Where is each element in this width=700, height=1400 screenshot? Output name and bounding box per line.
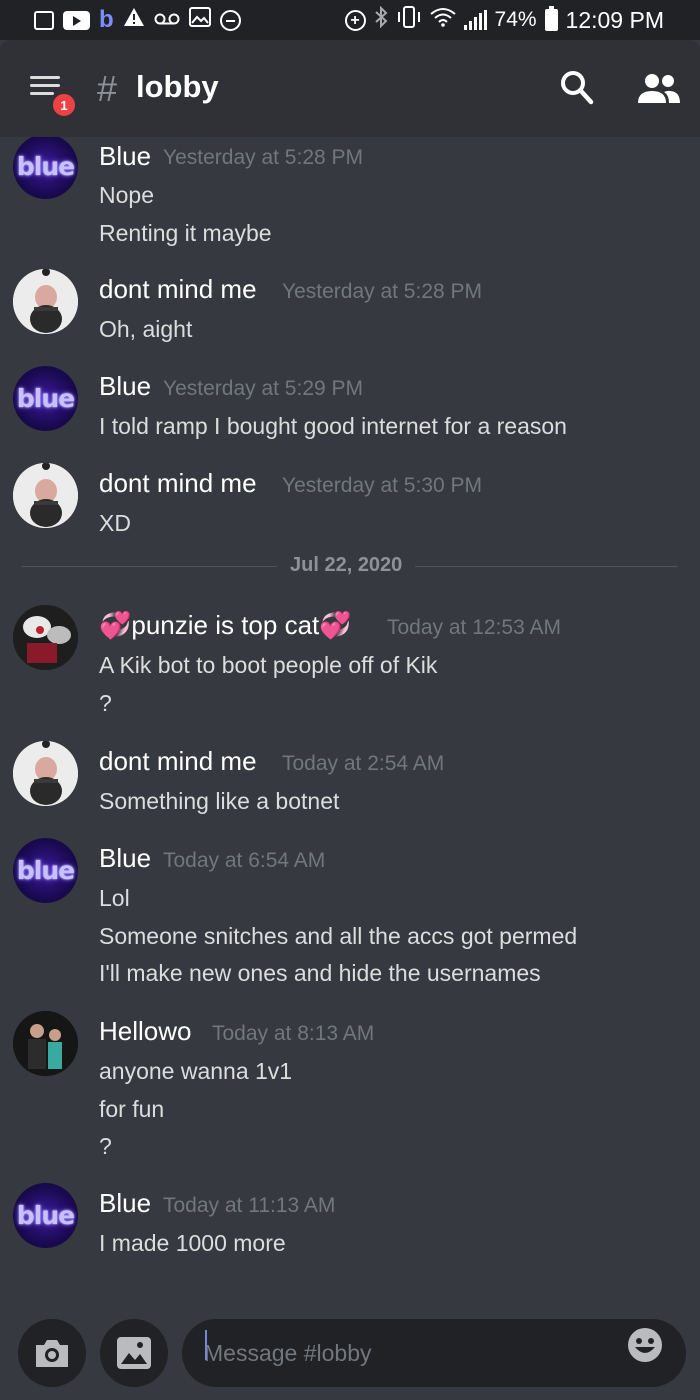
timestamp: Today at 11:13 AM xyxy=(163,1194,336,1217)
camera-button[interactable] xyxy=(18,1319,86,1387)
wifi-icon xyxy=(429,7,456,33)
message-text: anyone wanna 1v1 xyxy=(99,1058,293,1084)
avatar[interactable] xyxy=(13,1011,78,1076)
battery-icon xyxy=(544,6,558,31)
channel-name[interactable]: lobby xyxy=(136,69,219,105)
message-text: Renting it maybe xyxy=(99,220,272,246)
status-bar: b + 74% 12:09 PM xyxy=(0,0,700,40)
message-text: I made 1000 more xyxy=(99,1230,286,1256)
avatar[interactable]: blue xyxy=(13,838,78,903)
text-cursor xyxy=(205,1330,207,1360)
signal-icon xyxy=(463,10,487,30)
youtube-icon xyxy=(63,10,90,30)
message-text: Nope xyxy=(99,182,154,208)
message-text: Someone snitches and all the accs got pe… xyxy=(99,923,578,949)
message-text: ? xyxy=(99,1133,112,1159)
username[interactable]: dont mind me xyxy=(99,746,257,777)
timestamp: Today at 2:54 AM xyxy=(282,752,445,775)
battery-percent: 74% xyxy=(494,8,537,31)
message-text: for fun xyxy=(99,1096,165,1122)
camera-icon xyxy=(36,1340,68,1367)
members-icon[interactable] xyxy=(637,72,681,104)
vibrate-icon xyxy=(396,6,422,34)
timestamp: Yesterday at 5:28 PM xyxy=(163,146,364,169)
timestamp: Today at 12:53 AM xyxy=(387,616,561,639)
date-divider-label: Jul 22, 2020 xyxy=(277,554,416,577)
message-text: Something like a botnet xyxy=(99,788,340,814)
message-input[interactable] xyxy=(182,1319,686,1387)
username[interactable]: Blue xyxy=(99,371,151,402)
avatar[interactable]: blue xyxy=(13,1183,78,1248)
timestamp: Yesterday at 5:30 PM xyxy=(282,474,483,497)
avatar[interactable]: blue xyxy=(13,137,78,199)
username[interactable]: Blue xyxy=(99,843,151,874)
message-text: I told ramp I bought good internet for a… xyxy=(99,413,567,439)
avatar[interactable]: blue xyxy=(13,366,78,431)
message-text: ? xyxy=(99,690,112,716)
username[interactable]: Blue xyxy=(99,1188,151,1219)
channel-header: 1 # lobby xyxy=(0,40,700,137)
gallery-button[interactable] xyxy=(100,1319,168,1387)
channel-hash-icon: # xyxy=(97,68,118,109)
image-icon xyxy=(188,7,211,33)
username[interactable]: Blue xyxy=(99,141,151,172)
timestamp: Yesterday at 5:28 PM xyxy=(282,280,483,303)
username[interactable]: dont mind me xyxy=(99,468,257,499)
voicemail-icon xyxy=(154,8,180,32)
clock: 12:09 PM xyxy=(565,6,664,33)
message-text: A Kik bot to boot people off of Kik xyxy=(99,652,438,678)
image-icon xyxy=(117,1337,151,1369)
username[interactable]: Hellowo xyxy=(99,1016,192,1047)
message-composer xyxy=(0,1310,700,1400)
username[interactable]: 💞punzie is top cat💞 xyxy=(99,610,352,641)
timestamp: Yesterday at 5:29 PM xyxy=(163,377,364,400)
avatar[interactable] xyxy=(13,463,78,528)
avatar[interactable] xyxy=(13,269,78,334)
notification-icon xyxy=(34,10,54,30)
avatar[interactable] xyxy=(13,605,78,670)
do-not-disturb-icon xyxy=(219,9,241,31)
message-list[interactable]: blue Blue Yesterday at 5:28 PM Nope Rent… xyxy=(0,137,700,1310)
avatar[interactable] xyxy=(13,741,78,806)
app-letter-icon: b xyxy=(99,6,114,33)
emoji-button[interactable] xyxy=(627,1327,663,1363)
timestamp: Today at 8:13 AM xyxy=(212,1022,375,1045)
message-text: XD xyxy=(99,510,131,536)
bluetooth-icon xyxy=(374,5,388,34)
data-saver-icon: + xyxy=(344,9,366,31)
notification-badge: 1 xyxy=(50,91,78,119)
message-text: Oh, aight xyxy=(99,316,193,342)
search-icon[interactable] xyxy=(560,70,594,106)
username[interactable]: dont mind me xyxy=(99,274,257,305)
message-text: Lol xyxy=(99,885,130,911)
message-text: I'll make new ones and hide the username… xyxy=(99,960,541,986)
emoji-icon xyxy=(628,1328,662,1362)
timestamp: Today at 6:54 AM xyxy=(163,849,326,872)
warning-icon xyxy=(123,7,145,33)
